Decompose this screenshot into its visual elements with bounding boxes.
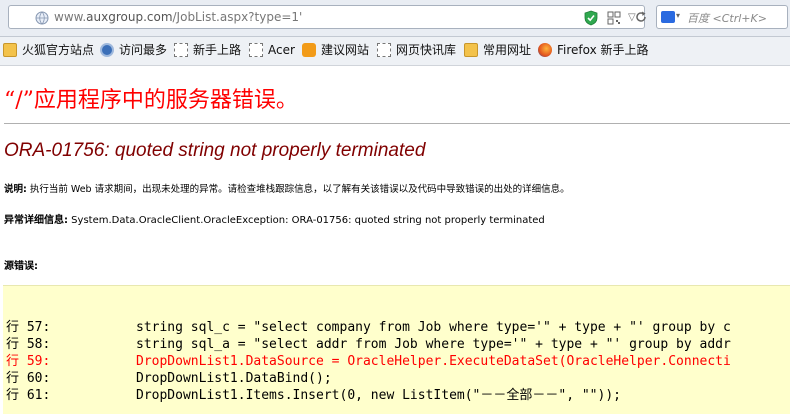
divider (4, 123, 790, 124)
url-path: /JobList.aspx?type=1' (172, 10, 303, 24)
line-code: DropDownList1.Items.Insert(0, new ListIt… (136, 388, 621, 403)
source-line: 行 58: string sql_a = "select addr from J… (6, 336, 731, 353)
bookmark-label: Acer (268, 43, 295, 57)
description-label: 说明: (4, 184, 27, 195)
folder-icon (3, 43, 17, 57)
shield-icon[interactable] (584, 10, 598, 26)
search-placeholder: 百度 <Ctrl+K> (687, 12, 767, 25)
line-code: DropDownList1.DataBind(); (136, 371, 332, 386)
page-content: “/”应用程序中的服务器错误。 ORA-01756: quoted string… (0, 66, 790, 414)
source-line: 行 60: DropDownList1.DataBind(); (6, 370, 332, 387)
bookmark-label: 网页快讯库 (396, 43, 457, 57)
page-icon (377, 43, 391, 57)
search-engine-dropdown-icon[interactable]: ▾ (676, 11, 680, 20)
navigation-toolbar: www.auxgroup.com/JobList.aspx?type=1' ▽ … (0, 0, 790, 37)
page-icon (249, 43, 263, 57)
error-heading: ORA-01756: quoted string not properly te… (4, 140, 426, 161)
bookmark-label: Firefox 新手上路 (557, 43, 649, 57)
line-number: 行 57: (6, 320, 51, 335)
line-number: 行 59: (6, 354, 51, 369)
bookmark-label: 新手上路 (193, 43, 242, 57)
url-text: www.auxgroup.com/JobList.aspx?type=1' (54, 10, 302, 24)
source-error-label: 源错误: (4, 261, 38, 272)
globe-icon (35, 11, 49, 25)
url-bar[interactable]: www.auxgroup.com/JobList.aspx?type=1' ▽ (8, 5, 645, 29)
source-line: 行 61: DropDownList1.Items.Insert(0, new … (6, 387, 621, 404)
line-code: string sql_c = "select company from Job … (136, 320, 731, 335)
exception-details: 异常详细信息: System.Data.OracleClient.OracleE… (4, 211, 545, 226)
search-box[interactable]: ▾ 百度 <Ctrl+K> (656, 5, 788, 29)
folder-icon (464, 43, 478, 57)
line-code: string sql_a = "select addr from Job whe… (136, 337, 731, 352)
line-number: 行 61: (6, 388, 51, 403)
description-text: 执行当前 Web 请求期间，出现未处理的异常。请检查堆栈跟踪信息，以了解有关该错… (26, 184, 570, 195)
qr-code-icon[interactable] (607, 11, 621, 25)
page-icon (174, 43, 188, 57)
baidu-icon (661, 11, 675, 23)
url-prefix: www. (54, 10, 87, 24)
line-number: 行 60: (6, 371, 51, 386)
bookmark-label: 火狐官方站点 (22, 43, 95, 57)
gear-icon (100, 43, 114, 57)
app-error-title: “/”应用程序中的服务器错误。 (4, 88, 298, 113)
bulb-icon (302, 43, 316, 57)
bookmark-label: 常用网址 (483, 43, 532, 57)
line-number: 行 58: (6, 337, 51, 352)
bookmark-label: 访问最多 (119, 43, 168, 57)
source-code-block: 行 57: string sql_c = "select company fro… (3, 285, 790, 414)
reload-icon[interactable] (635, 11, 647, 23)
source-line: 行 57: string sql_c = "select company fro… (6, 319, 731, 336)
error-description: 说明: 执行当前 Web 请求期间，出现未处理的异常。请检查堆栈跟踪信息，以了解… (4, 181, 570, 195)
source-line-error: 行 59: DropDownList1.DataSource = OracleH… (6, 353, 731, 370)
bookmarks-toolbar: 火狐官方站点 访问最多 新手上路 Acer 建议网站 网页快讯库 常用网址 Fi… (0, 37, 790, 66)
firefox-icon (538, 43, 552, 57)
line-code: DropDownList1.DataSource = OracleHelper.… (136, 354, 731, 369)
exception-label: 异常详细信息: (4, 215, 68, 226)
bookmark-label: 建议网站 (321, 43, 370, 57)
url-host: auxgroup.com (86, 10, 173, 24)
exception-text: System.Data.OracleClient.OracleException… (68, 215, 545, 226)
